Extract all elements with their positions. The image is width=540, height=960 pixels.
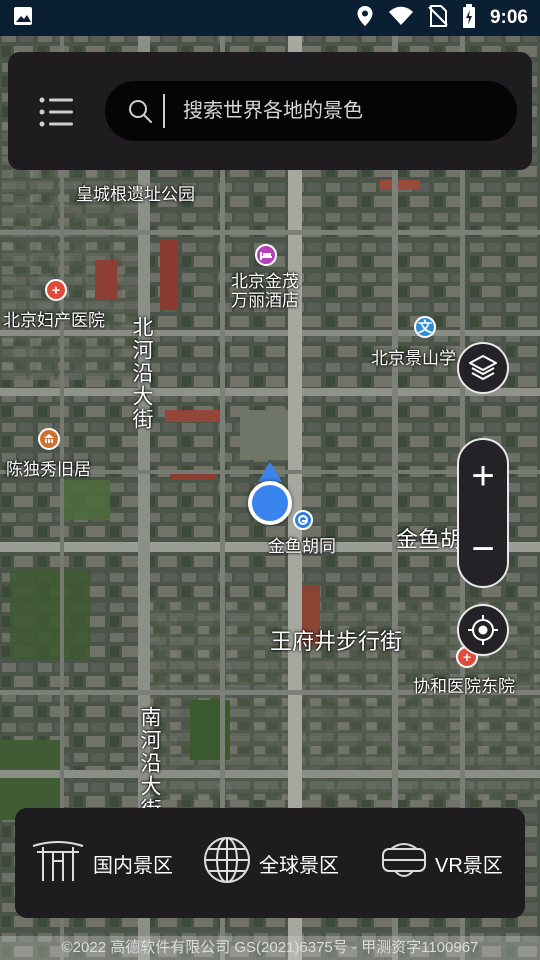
map-label-chenduxiu[interactable]: 陈独秀旧居 [6, 455, 91, 480]
map-label-nanhe: 南河沿大街 [138, 706, 161, 821]
search-input[interactable] [183, 99, 483, 123]
gate-icon [31, 837, 93, 889]
vr-scenic-label: VR景区 [435, 854, 503, 877]
global-scenic-button[interactable]: 全球景区 [203, 836, 339, 890]
map-label-wangfujing[interactable]: 王府井步行街 [270, 624, 402, 656]
crosshair-icon [468, 615, 498, 645]
menu-button[interactable] [36, 92, 76, 132]
search-divider [163, 94, 165, 128]
domestic-scenic-label: 国内景区 [93, 854, 173, 877]
school-poi-icon[interactable]: 文 [414, 316, 436, 338]
vr-scenic-button[interactable]: VR景区 [381, 838, 503, 888]
map-label-huangcheng[interactable]: 皇城根遗址公园 [76, 180, 195, 205]
map-label-beihe: 北河沿大街 [130, 316, 153, 431]
map-label-jinyu-street: 金鱼胡 [396, 527, 463, 552]
map-label-jingshan[interactable]: 北京景山学 [371, 344, 456, 369]
zoom-in-button[interactable]: + [459, 440, 507, 513]
subway-station-icon[interactable] [293, 510, 313, 530]
map-label-jinmao[interactable]: 北京金茂 万丽酒店 [231, 272, 299, 310]
zoom-out-button[interactable]: − [459, 513, 507, 586]
map-copyright: ©2022 高德软件有限公司 GS(2021)6375号 - 甲测资字11009… [0, 936, 540, 960]
hotel-poi-icon[interactable] [255, 244, 277, 266]
heading-arrow-icon [258, 462, 282, 482]
map-label-fuchan[interactable]: 北京妇产医院 [3, 306, 105, 331]
global-scenic-label: 全球景区 [259, 854, 339, 877]
status-time: 9:06 [489, 7, 528, 28]
layers-icon [469, 355, 497, 380]
zoom-control: + − [457, 438, 509, 588]
search-bar[interactable] [105, 81, 517, 141]
current-location-marker [248, 481, 292, 525]
vr-headset-icon [381, 837, 435, 889]
menu-icon [39, 97, 73, 127]
hospital-poi-icon[interactable]: + [45, 279, 67, 301]
no-sim-icon [428, 4, 448, 32]
bottom-nav-panel: 国内景区 全球景区 VR景区 [15, 808, 525, 918]
map-layers-button[interactable] [457, 342, 509, 394]
location-icon [356, 5, 374, 32]
image-icon [12, 5, 34, 32]
search-icon [127, 98, 153, 124]
wifi-icon [388, 6, 414, 31]
globe-icon [203, 836, 259, 890]
map-label-xiehe[interactable]: 协和医院东院 [413, 672, 515, 697]
map-label-jinyu-station[interactable]: 金鱼胡同 [268, 532, 336, 557]
battery-charging-icon [462, 3, 476, 33]
domestic-scenic-button[interactable]: 国内景区 [31, 838, 173, 888]
landmark-poi-icon[interactable] [38, 428, 60, 450]
top-search-panel [8, 52, 532, 170]
locate-me-button[interactable] [457, 604, 509, 656]
status-bar: 9:06 [0, 0, 540, 36]
